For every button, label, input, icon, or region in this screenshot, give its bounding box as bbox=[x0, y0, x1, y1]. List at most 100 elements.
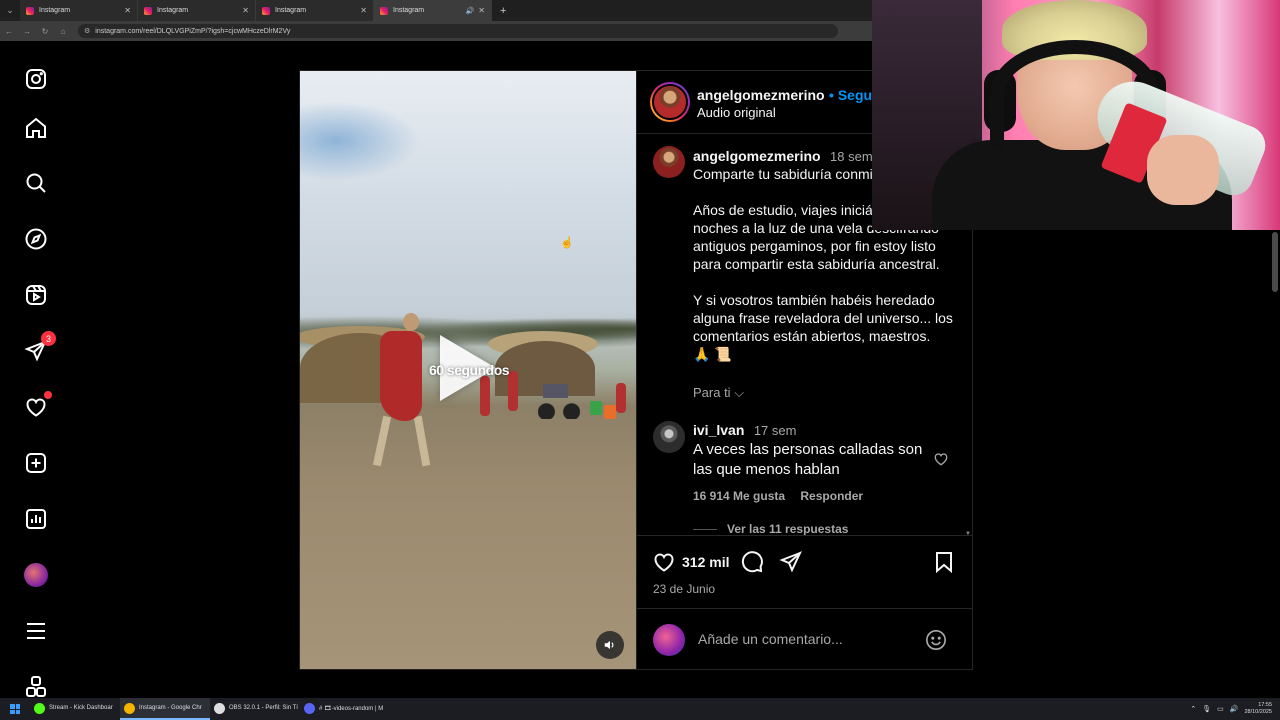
reload-icon[interactable]: ↻ bbox=[36, 27, 54, 36]
for-you-label[interactable]: Para ti ⌵ bbox=[693, 385, 744, 401]
instagram-sidebar: 3 bbox=[0, 41, 72, 697]
current-user-avatar bbox=[653, 624, 685, 656]
likes-count[interactable]: 312 mil bbox=[682, 554, 729, 570]
commenter-username[interactable]: ivi_lvan bbox=[693, 422, 744, 438]
post-date: 23 de Junio bbox=[653, 582, 716, 596]
person-leg bbox=[413, 415, 431, 467]
notifications-icon[interactable] bbox=[22, 391, 52, 421]
instagram-favicon-icon bbox=[26, 6, 34, 15]
home-icon[interactable] bbox=[22, 114, 50, 142]
author-username[interactable]: angelgomezmerino bbox=[697, 87, 825, 103]
add-comment-bar: Añade un comentario... bbox=[637, 608, 973, 670]
volume-icon[interactable] bbox=[596, 631, 624, 659]
save-bookmark-icon[interactable] bbox=[932, 550, 958, 576]
tab-close-icon[interactable]: ✕ bbox=[242, 6, 249, 15]
comment-likes[interactable]: 16 914 Me gusta bbox=[693, 489, 785, 503]
post-actions: 312 mil 23 de Junio bbox=[637, 535, 973, 603]
browser-tab[interactable]: Instagram ✕ bbox=[256, 0, 374, 21]
taskbar-item-active[interactable]: Instagram - Google Chr bbox=[120, 698, 210, 720]
more-menu-icon[interactable] bbox=[22, 617, 50, 645]
avatar bbox=[24, 563, 48, 587]
commenter-avatar[interactable] bbox=[653, 421, 685, 453]
reply-button[interactable]: Responder bbox=[800, 489, 863, 503]
person-head bbox=[403, 313, 419, 331]
caption-username[interactable]: angelgomezmerino bbox=[693, 148, 821, 164]
motorcycle bbox=[538, 371, 580, 419]
browser-tab[interactable]: Instagram ✕ bbox=[20, 0, 138, 21]
comment-time: 17 sem bbox=[753, 423, 797, 438]
reels-icon[interactable] bbox=[22, 281, 50, 309]
share-icon[interactable] bbox=[779, 550, 805, 576]
mouse-cursor-icon: ☝ bbox=[560, 237, 574, 249]
url-input[interactable]: ⚙ instagram.com/reel/DLQLVGPiZmP/?igsh=c… bbox=[78, 24, 838, 38]
reel-video[interactable]: 60 segundos ☝ bbox=[299, 70, 637, 670]
taskbar-item[interactable]: # 🎞-videos-random | M bbox=[300, 698, 390, 720]
notification-dot bbox=[44, 391, 52, 399]
taskbar-item-label: Instagram - Google Chr bbox=[139, 705, 202, 711]
browser-tab[interactable]: Instagram ✕ bbox=[138, 0, 256, 21]
like-icon[interactable] bbox=[652, 550, 678, 576]
tab-title: Instagram bbox=[157, 7, 189, 14]
comment-icon[interactable] bbox=[740, 550, 766, 576]
explore-icon[interactable] bbox=[22, 225, 50, 253]
back-icon[interactable]: ← bbox=[0, 27, 18, 36]
tray-chevron-icon[interactable]: ⌃ bbox=[1190, 705, 1196, 713]
page-scrollbar[interactable] bbox=[1272, 232, 1278, 292]
system-tray: ⌃ 🎙 ▭ 🔊 17:55 28/10/2025 bbox=[1190, 702, 1280, 716]
forward-icon[interactable]: → bbox=[18, 27, 36, 36]
audio-link[interactable]: Audio original bbox=[697, 105, 776, 120]
home-button-icon[interactable]: ⌂ bbox=[54, 27, 72, 36]
person-leg bbox=[372, 415, 392, 467]
streamer-hand bbox=[1147, 135, 1219, 205]
messages-icon[interactable]: 3 bbox=[22, 331, 56, 365]
tab-close-icon[interactable]: ✕ bbox=[124, 6, 131, 15]
chrome-icon bbox=[124, 702, 135, 714]
instagram-favicon-icon bbox=[144, 6, 152, 15]
tab-title: Instagram bbox=[393, 7, 425, 14]
messages-badge: 3 bbox=[41, 331, 56, 346]
for-you-text: Para ti bbox=[693, 385, 731, 400]
comment-meta: 16 914 Me gusta Responder bbox=[693, 489, 875, 503]
instagram-favicon-icon bbox=[380, 6, 388, 15]
taskbar-item[interactable]: OBS 32.0.1 - Perfil: Sin Tí bbox=[210, 698, 300, 720]
emoji-icon[interactable] bbox=[925, 629, 947, 651]
browser-tab-active[interactable]: Instagram 🔊 ✕ bbox=[374, 0, 492, 21]
streamer-webcam bbox=[872, 0, 1280, 230]
taskbar-item-label: Stream - Kick Dashboar bbox=[49, 705, 113, 711]
tab-close-icon[interactable]: ✕ bbox=[360, 6, 367, 15]
dashboard-icon[interactable] bbox=[22, 505, 50, 533]
microphone-icon[interactable]: 🎙 bbox=[1202, 705, 1211, 713]
windows-start-icon[interactable] bbox=[0, 698, 30, 720]
new-tab-button[interactable]: + bbox=[492, 5, 514, 17]
tab-close-icon[interactable]: ✕ bbox=[478, 6, 485, 15]
search-icon[interactable] bbox=[22, 169, 50, 197]
chrome-icon bbox=[34, 702, 45, 714]
taskbar-item-label: # 🎞-videos-random | M bbox=[319, 705, 384, 712]
clock-date: 28/10/2025 bbox=[1244, 709, 1272, 715]
site-info-icon[interactable]: ⚙ bbox=[84, 27, 90, 35]
url-text: instagram.com/reel/DLQLVGPiZmP/?igsh=cjc… bbox=[95, 27, 291, 35]
video-overlay-text: 60 segundos bbox=[428, 362, 510, 378]
network-icon[interactable]: ▭ bbox=[1217, 705, 1224, 713]
threads-icon[interactable] bbox=[22, 673, 50, 701]
author-avatar[interactable] bbox=[650, 82, 690, 122]
taskbar-item-label: OBS 32.0.1 - Perfil: Sin Tí bbox=[229, 705, 298, 711]
see-replies-button[interactable]: Ver las 11 respuestas bbox=[693, 522, 848, 536]
obs-icon bbox=[214, 702, 225, 714]
taskbar-item[interactable]: Stream - Kick Dashboar bbox=[30, 698, 120, 720]
clock[interactable]: 17:55 28/10/2025 bbox=[1244, 702, 1272, 716]
comment-input[interactable]: Añade un comentario... bbox=[698, 631, 843, 647]
comment-like-icon[interactable] bbox=[933, 451, 949, 472]
caption-avatar[interactable] bbox=[653, 146, 685, 178]
jerrycan bbox=[604, 405, 616, 419]
instagram-logo-icon[interactable] bbox=[22, 65, 50, 93]
speaker-icon[interactable]: 🔊 bbox=[1230, 705, 1239, 713]
profile-avatar[interactable] bbox=[22, 561, 50, 589]
create-icon[interactable] bbox=[22, 449, 50, 477]
discord-icon bbox=[304, 702, 315, 714]
comment-text: A veces las personas calladas son las qu… bbox=[693, 441, 923, 478]
tab-search-icon[interactable]: ⌄ bbox=[0, 0, 20, 21]
audio-playing-icon[interactable]: 🔊 bbox=[466, 7, 475, 15]
instagram-favicon-icon bbox=[262, 6, 270, 15]
clock-time: 17:55 bbox=[1258, 702, 1272, 708]
